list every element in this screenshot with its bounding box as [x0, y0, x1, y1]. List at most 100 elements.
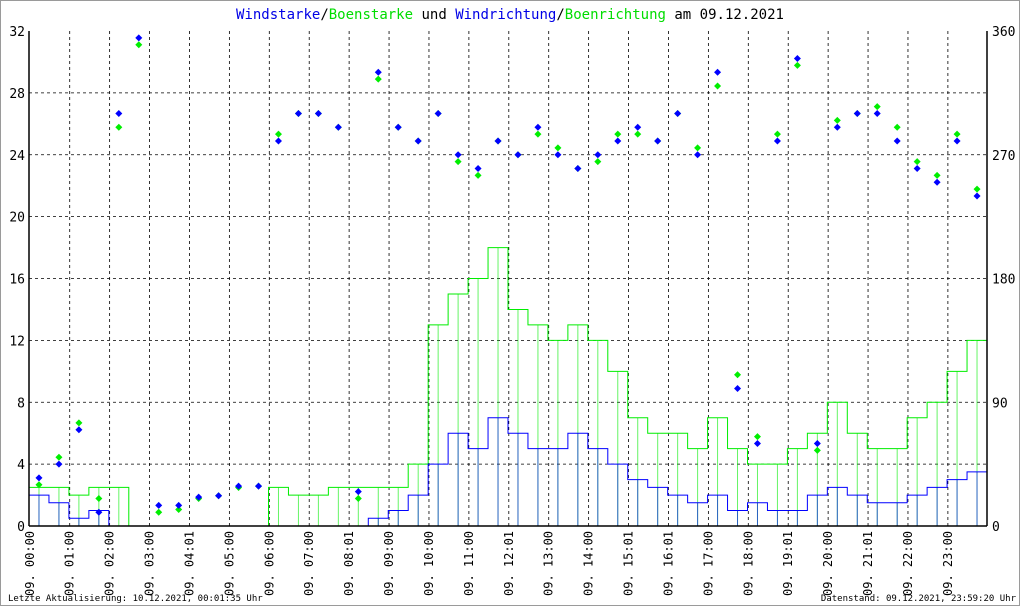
x-tick-label: 09. 13:00 [542, 531, 556, 596]
point-windrichtung [195, 493, 203, 501]
point-windrichtung [953, 137, 961, 145]
y-right-tick-label: 360 [992, 25, 1015, 40]
point-boenrichtung [893, 123, 901, 131]
point-boenrichtung [973, 185, 981, 193]
point-windrichtung [215, 492, 223, 500]
point-windrichtung [494, 137, 502, 145]
point-windrichtung [135, 34, 143, 42]
point-windrichtung [35, 474, 43, 482]
point-windrichtung [155, 501, 163, 509]
y-left-tick-label: 4 [17, 458, 25, 473]
x-tick-label: 09. 23:00 [941, 531, 955, 596]
point-windrichtung [873, 110, 881, 117]
y-left-tick-label: 24 [9, 149, 25, 164]
x-tick-label: 09. 08:01 [342, 531, 356, 596]
x-tick-label: 09. 06:00 [262, 531, 276, 596]
title-part-5: / [556, 7, 564, 23]
point-boenrichtung [594, 158, 602, 166]
y-left-tick-label: 28 [9, 87, 25, 102]
point-windrichtung [893, 137, 901, 145]
point-boenrichtung [953, 130, 961, 138]
point-windrichtung [334, 123, 342, 131]
point-boenrichtung [374, 75, 382, 83]
y-left-tick-label: 32 [9, 25, 25, 40]
point-windrichtung [753, 440, 761, 447]
point-windrichtung [853, 110, 861, 117]
point-windrichtung [235, 482, 243, 490]
footer-last-update: Letzte Aktualisierung: 10.12.2021, 00:01… [8, 594, 263, 604]
y-right-tick-label: 180 [992, 273, 1015, 288]
y-left-tick-label: 20 [9, 211, 25, 226]
point-boenrichtung [55, 453, 63, 461]
y-left-tick-label: 8 [17, 396, 25, 411]
x-tick-label: 09. 20:00 [821, 531, 835, 596]
x-tick-label: 09. 16:01 [661, 531, 675, 596]
point-boenrichtung [135, 41, 143, 49]
point-windrichtung [793, 55, 801, 62]
point-boenrichtung [753, 433, 761, 441]
point-boenrichtung [115, 123, 123, 131]
point-windrichtung [674, 110, 682, 117]
point-boenrichtung [634, 130, 642, 138]
point-boenrichtung [933, 171, 941, 179]
x-tick-label: 09. 14:00 [582, 531, 596, 596]
title-part-4: Windrichtung [455, 7, 556, 23]
point-windrichtung [294, 110, 302, 117]
series-layer [29, 34, 987, 527]
x-tick-label: 09. 22:00 [901, 531, 915, 596]
point-boenrichtung [714, 82, 722, 90]
x-tick-label: 09. 17:00 [701, 531, 715, 596]
title-part-0: Windstarke [236, 7, 320, 23]
point-windrichtung [255, 482, 263, 490]
wind-chart: Windstarke/Boenstarke und Windrichtung/B… [8, 7, 1017, 604]
point-boenrichtung [274, 130, 282, 138]
x-tick-label: 09. 10:00 [422, 531, 436, 596]
point-windrichtung [614, 137, 622, 145]
point-boenrichtung [474, 171, 482, 179]
point-windrichtung [594, 151, 602, 159]
point-boenrichtung [354, 495, 362, 502]
line-boenstarke [29, 247, 987, 527]
point-boenrichtung [95, 495, 103, 502]
point-boenrichtung [554, 144, 562, 152]
title-part-1: / [320, 7, 328, 23]
x-tick-label: 09. 01:00 [63, 531, 77, 596]
point-windrichtung [833, 123, 841, 131]
point-windrichtung [354, 488, 362, 496]
point-boenrichtung [534, 130, 542, 138]
point-windrichtung [75, 426, 83, 434]
x-tick-label: 09. 04:01 [182, 531, 196, 596]
point-windrichtung [773, 137, 781, 145]
x-tick-label: 09. 21:01 [861, 531, 875, 596]
point-windrichtung [534, 123, 542, 131]
point-boenrichtung [773, 130, 781, 138]
point-windrichtung [314, 110, 322, 117]
y-right-tick-label: 90 [992, 396, 1008, 411]
point-windrichtung [714, 68, 722, 76]
point-windrichtung [913, 165, 921, 172]
x-tick-label: 09. 02:00 [103, 531, 117, 596]
point-boenrichtung [734, 371, 742, 379]
point-windrichtung [813, 440, 821, 447]
y-left-tick-label: 12 [9, 334, 25, 349]
title-part-7: am 09.12.2021 [666, 7, 784, 23]
title-part-6: Boenrichtung [565, 7, 666, 23]
point-boenrichtung [913, 158, 921, 166]
x-tick-label: 09. 15:01 [622, 531, 636, 596]
point-windrichtung [514, 151, 522, 159]
point-windrichtung [55, 460, 63, 468]
x-tick-label: 09. 19:01 [781, 531, 795, 596]
y-right-tick-label: 270 [992, 149, 1015, 164]
point-windrichtung [394, 123, 402, 131]
series-boenstarke [29, 247, 987, 527]
title-part-3: und [413, 7, 455, 23]
point-windrichtung [434, 110, 442, 117]
point-windrichtung [414, 137, 422, 145]
point-boenrichtung [873, 103, 881, 111]
x-tick-label: 09. 12:01 [502, 531, 516, 596]
x-tick-label: 09. 03:00 [143, 531, 157, 596]
point-windrichtung [175, 501, 183, 509]
point-windrichtung [654, 137, 662, 145]
point-windrichtung [554, 151, 562, 159]
chart-title: Windstarke/Boenstarke und Windrichtung/B… [236, 7, 784, 23]
